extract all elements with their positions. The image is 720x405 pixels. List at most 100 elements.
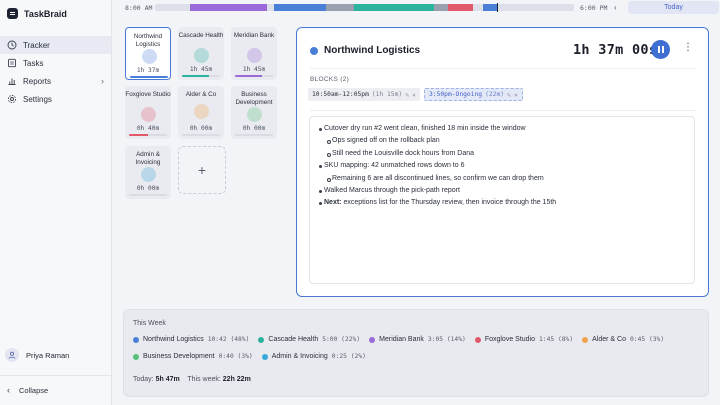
note-text: Cutover dry run #2 went clean, finished …: [324, 125, 526, 132]
timeline-segment[interactable]: [354, 4, 435, 11]
week-summary: This Week Northwind Logistics 10:42 (48%)…: [123, 309, 709, 397]
client-color-dot: [474, 336, 481, 343]
note-item[interactable]: SKU mapping: 42 unmatched rows down to 6: [318, 162, 556, 174]
pause-button[interactable]: [651, 40, 670, 59]
week-item-value: 0:40 (3%): [218, 353, 253, 360]
week-summary-row: Northwind Logistics 10:42 (48%) Cascade H…: [133, 336, 664, 343]
client-card-time: 1h 45m: [242, 66, 266, 73]
day-timeline: 8:00 AM 6:00 PM ‹ Today ›: [112, 0, 720, 16]
client-card-meridian[interactable]: Meridian Bank 1h 45m: [231, 27, 277, 80]
elapsed-timer: 1h 37m 00s: [573, 42, 658, 58]
note-item[interactable]: Ops signed off on the rollback plan: [326, 137, 556, 149]
client-card-time: 0h 00m: [136, 185, 160, 192]
time-block[interactable]: 10:50am-12:05pm (1h 15m) ✎ ×: [308, 88, 421, 101]
timeline-segment[interactable]: [448, 4, 473, 11]
client-card-business-development[interactable]: Business Development 0h 00m: [231, 86, 277, 139]
week-item: Admin & Invoicing 0:25 (2%): [261, 353, 366, 360]
timeline-segment[interactable]: [434, 4, 449, 11]
note-item[interactable]: Still need the Louisville dock hours fro…: [326, 150, 556, 162]
timeline-now-marker: [497, 3, 499, 12]
note-item[interactable]: Next: exceptions list for the Thursday r…: [318, 199, 556, 211]
add-client-button[interactable]: +: [178, 146, 226, 194]
timeline-end-label: 6:00 PM: [580, 4, 608, 12]
week-item-name: Foxglove Studio: [484, 336, 536, 343]
more-options-icon[interactable]: ⋮: [683, 43, 693, 53]
today-button[interactable]: Today: [628, 1, 719, 14]
plus-icon: +: [197, 162, 207, 178]
block-range: 10:50am-12:05pm: [312, 91, 369, 98]
today-total-value: 5h 47m: [155, 376, 180, 383]
gear-icon: [7, 94, 17, 104]
week-item-value: 0:45 (3%): [630, 336, 665, 343]
week-item-name: Northwind Logistics: [143, 336, 204, 343]
client-progress-bar: [130, 76, 168, 78]
week-totals: Today: 5h 47m This week: 22h 22m: [133, 376, 251, 383]
week-summary-row: Business Development 0:40 (3%) Admin & In…: [133, 353, 366, 360]
sidebar-item-reports[interactable]: Reports ›: [0, 72, 111, 90]
client-progress-fill: [182, 75, 209, 77]
client-progress-fill: [130, 76, 168, 78]
sidebar-item-label: Tracker: [23, 40, 50, 50]
note-item[interactable]: Remaining 6 are all discontinued lines, …: [326, 175, 556, 187]
week-item-name: Cascade Health: [268, 336, 319, 343]
chevron-left-icon[interactable]: ‹: [614, 3, 617, 12]
client-card-time: 0h 00m: [189, 125, 213, 132]
sidebar-item-tracker[interactable]: Tracker: [0, 36, 111, 54]
client-card-time: 1h 45m: [189, 66, 213, 73]
week-item: Cascade Health 5:00 (22%): [258, 336, 360, 343]
sidebar-item-tasks[interactable]: Tasks: [0, 54, 111, 72]
week-total-value: 22h 22m: [222, 376, 251, 383]
client-color-dot: [133, 353, 139, 360]
user-icon: [8, 351, 16, 359]
note-item[interactable]: Walked Marcus through the pick-path repo…: [318, 187, 556, 199]
client-color-dot: [142, 49, 157, 64]
client-progress-bar: [182, 134, 220, 136]
timeline-segment[interactable]: [483, 4, 498, 11]
client-card-alder[interactable]: Alder & Co 0h 00m: [178, 86, 224, 139]
collapse-button[interactable]: ‹ Collapse: [7, 385, 48, 395]
client-color-dot: [258, 336, 265, 343]
client-progress-fill: [235, 75, 262, 77]
time-block-ongoing[interactable]: 3:50pm-Ongoing (22m) ✎ ×: [424, 88, 523, 101]
client-card-foxglove[interactable]: Foxglove Studio 0h 40m: [125, 86, 171, 139]
block-duration: (1h 15m): [371, 91, 403, 98]
timeline-segment[interactable]: [189, 4, 208, 11]
timeline-segment[interactable]: [207, 4, 267, 11]
pause-icon: [657, 46, 660, 53]
edit-icon[interactable]: ✎: [405, 91, 409, 99]
client-card-cascade[interactable]: Cascade Health 1h 45m: [178, 27, 224, 80]
user-name: Priya Raman: [26, 350, 70, 360]
timeline-segment[interactable]: [326, 4, 354, 11]
notes-editor[interactable]: Cutover dry run #2 went clean, finished …: [309, 116, 695, 284]
brand[interactable]: TaskBraid: [7, 8, 67, 19]
client-card-time: 0h 00m: [242, 125, 266, 132]
timeline-segment[interactable]: [273, 4, 327, 11]
client-card-northwind[interactable]: Northwind Logistics 1h 37m: [125, 27, 171, 80]
user-profile[interactable]: Priya Raman: [5, 348, 69, 362]
week-item: Meridian Bank 3:05 (14%): [369, 336, 466, 343]
client-color-dot: [369, 336, 376, 343]
client-color-dot: [194, 104, 209, 119]
sidebar-item-label: Tasks: [23, 58, 44, 68]
client-card-name: Alder & Co: [185, 91, 217, 98]
client-progress-bar: [129, 194, 167, 196]
taskbraid-logo-icon: [7, 8, 18, 19]
close-icon[interactable]: ×: [412, 91, 416, 99]
week-item-value: 10:42 (48%): [207, 336, 250, 343]
edit-icon[interactable]: ✎: [507, 91, 511, 99]
week-item: Business Development 0:40 (3%): [133, 353, 253, 360]
chevron-right-icon: ›: [101, 76, 104, 86]
note-item[interactable]: Cutover dry run #2 went clean, finished …: [318, 125, 556, 137]
active-client-title: Northwind Logistics: [324, 45, 421, 56]
client-card-name: Cascade Health: [178, 32, 224, 39]
divider: [310, 110, 696, 111]
notes-list: Cutover dry run #2 went clean, finished …: [310, 125, 556, 212]
timeline-track[interactable]: [155, 4, 574, 11]
close-icon[interactable]: ×: [514, 91, 518, 99]
list-icon: [7, 58, 17, 68]
block-duration: (22m): [485, 91, 505, 98]
week-item: Foxglove Studio 1:45 (8%): [474, 336, 573, 343]
client-card-admin[interactable]: Admin & Invoicing 0h 00m: [125, 146, 171, 199]
sidebar-item-settings[interactable]: Settings: [0, 90, 111, 108]
client-card-name: Business Development: [235, 91, 273, 106]
